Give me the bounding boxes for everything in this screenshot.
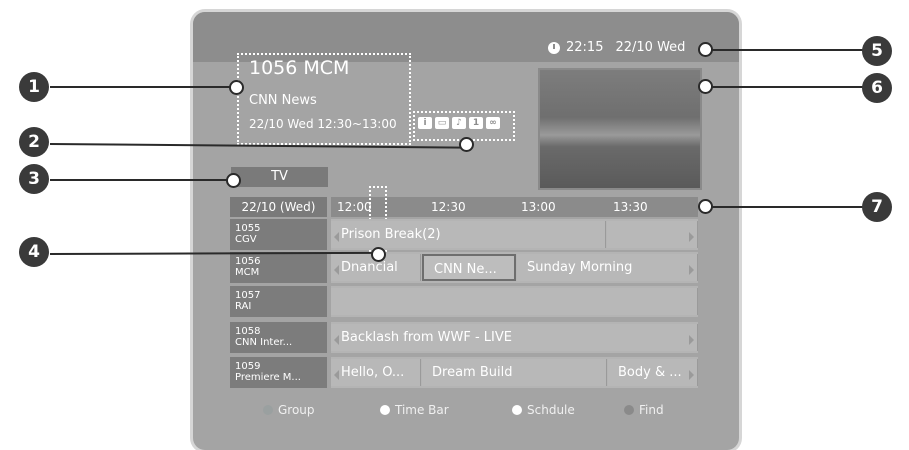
white-dot-icon	[512, 405, 522, 415]
callout-badge: 1	[19, 72, 49, 102]
program-row	[331, 286, 698, 317]
right-arrow-icon	[689, 335, 694, 345]
channel-item[interactable]: 1059 Premiere M...	[230, 357, 327, 388]
callout-badge: 4	[19, 237, 49, 267]
channel-item[interactable]: 1055 CGV	[230, 219, 327, 250]
legend-label: Schdule	[527, 403, 575, 417]
program-cell[interactable]: Dream Build	[422, 359, 607, 386]
guide-date: 22/10 (Wed)	[230, 197, 327, 217]
callout-line	[50, 179, 232, 181]
white-dot-icon	[380, 405, 390, 415]
callout-line	[707, 86, 867, 88]
channel-number: 1058	[235, 326, 261, 337]
program-row: Dnancial CNN Ne... Sunday Morning	[331, 252, 698, 283]
channel-name: RAI	[235, 301, 252, 312]
info-icon: i	[418, 117, 432, 129]
clock: 22:15 22/10 Wed	[548, 40, 685, 55]
clock-time: 22:15	[566, 40, 604, 55]
program-cell[interactable]: Hello, O...	[331, 359, 421, 386]
channel-name: CGV	[235, 234, 257, 245]
callout-badge: 7	[862, 192, 892, 222]
program-title: Sunday Morning	[527, 260, 633, 275]
program-row: Backlash from WWF - LIVE	[331, 322, 698, 353]
legend-group[interactable]: Group	[263, 403, 315, 417]
program-title: Backlash from WWF - LIVE	[341, 330, 512, 345]
time-label: 13:30	[613, 200, 648, 214]
channel-name: MCM	[235, 267, 260, 278]
left-arrow-icon	[334, 335, 339, 345]
program-cell[interactable]: Backlash from WWF - LIVE	[331, 324, 698, 351]
program-title: Dream Build	[432, 365, 513, 380]
callout-endpoint	[698, 42, 713, 57]
audio-icon: ♪	[452, 117, 466, 129]
legend-schedule[interactable]: Schdule	[512, 403, 575, 417]
channel-number: 1059	[235, 361, 261, 372]
info-icons: i ▭ ♪ 1 ∞	[418, 117, 500, 129]
subtitle-icon: ▭	[435, 117, 449, 129]
link-icon: ∞	[486, 117, 500, 129]
channel-name: CNN Inter...	[235, 337, 293, 348]
callout-line	[707, 49, 867, 51]
program-title: CNN Ne...	[434, 262, 497, 277]
program-title: Dnancial	[341, 260, 398, 275]
time-label: 13:00	[521, 200, 556, 214]
legend-time-bar[interactable]: Time Bar	[380, 403, 449, 417]
callout-endpoint	[226, 173, 241, 188]
callout-line	[707, 206, 867, 208]
callout-endpoint	[698, 79, 713, 94]
clock-icon	[548, 41, 560, 54]
program-row: Prison Break(2)	[331, 219, 698, 250]
channel-item[interactable]: 1056 MCM	[230, 252, 327, 283]
channel-name: Premiere M...	[235, 372, 301, 383]
callout-badge: 5	[862, 36, 892, 66]
time-label: 12:30	[431, 200, 466, 214]
left-arrow-icon	[334, 265, 339, 275]
rating-icon: 1	[469, 117, 483, 129]
callout-badge: 2	[19, 127, 49, 157]
callout-endpoint	[459, 137, 474, 152]
legend-label: Time Bar	[395, 403, 449, 417]
program-title: CNN News	[249, 93, 317, 108]
green-dot-icon	[263, 405, 273, 415]
gray-dot-icon	[624, 405, 634, 415]
program-title: Prison Break(2)	[341, 227, 441, 242]
legend-find[interactable]: Find	[624, 403, 664, 417]
channel-number: 1055	[235, 223, 261, 234]
channel-item[interactable]: 1058 CNN Inter...	[230, 322, 327, 353]
channel-title: 1056 MCM	[249, 57, 350, 79]
left-arrow-icon	[334, 232, 339, 242]
right-arrow-icon	[689, 370, 694, 380]
callout-endpoint	[371, 247, 386, 262]
program-title: Hello, O...	[341, 365, 405, 380]
legend-label: Find	[639, 403, 664, 417]
program-cell[interactable]: Sunday Morning	[517, 254, 698, 281]
program-title: Body & ...	[618, 365, 682, 380]
legend-label: Group	[278, 403, 315, 417]
callout-endpoint	[229, 80, 244, 95]
program-cell[interactable]: Body & ...	[608, 359, 698, 386]
program-cell-selected[interactable]: CNN Ne...	[422, 254, 516, 281]
video-preview	[538, 68, 702, 190]
program-cell[interactable]: Prison Break(2)	[331, 221, 606, 248]
channel-number: 1056	[235, 256, 261, 267]
clock-date: 22/10 Wed	[615, 40, 686, 55]
program-cell[interactable]	[607, 221, 698, 248]
callout-endpoint	[698, 199, 713, 214]
program-cell[interactable]	[331, 288, 698, 315]
callout-badge: 3	[19, 164, 49, 194]
channel-number: 1057	[235, 290, 261, 301]
left-arrow-icon	[334, 370, 339, 380]
callout-badge: 6	[862, 73, 892, 103]
time-label: 12:00	[337, 200, 372, 214]
channel-item[interactable]: 1057 RAI	[230, 286, 327, 317]
right-arrow-icon	[689, 232, 694, 242]
callout-line	[50, 86, 233, 88]
group-label[interactable]: TV	[231, 167, 328, 187]
program-row: Hello, O... Dream Build Body & ...	[331, 357, 698, 388]
program-time: 22/10 Wed 12:30~13:00	[249, 117, 397, 131]
right-arrow-icon	[689, 265, 694, 275]
